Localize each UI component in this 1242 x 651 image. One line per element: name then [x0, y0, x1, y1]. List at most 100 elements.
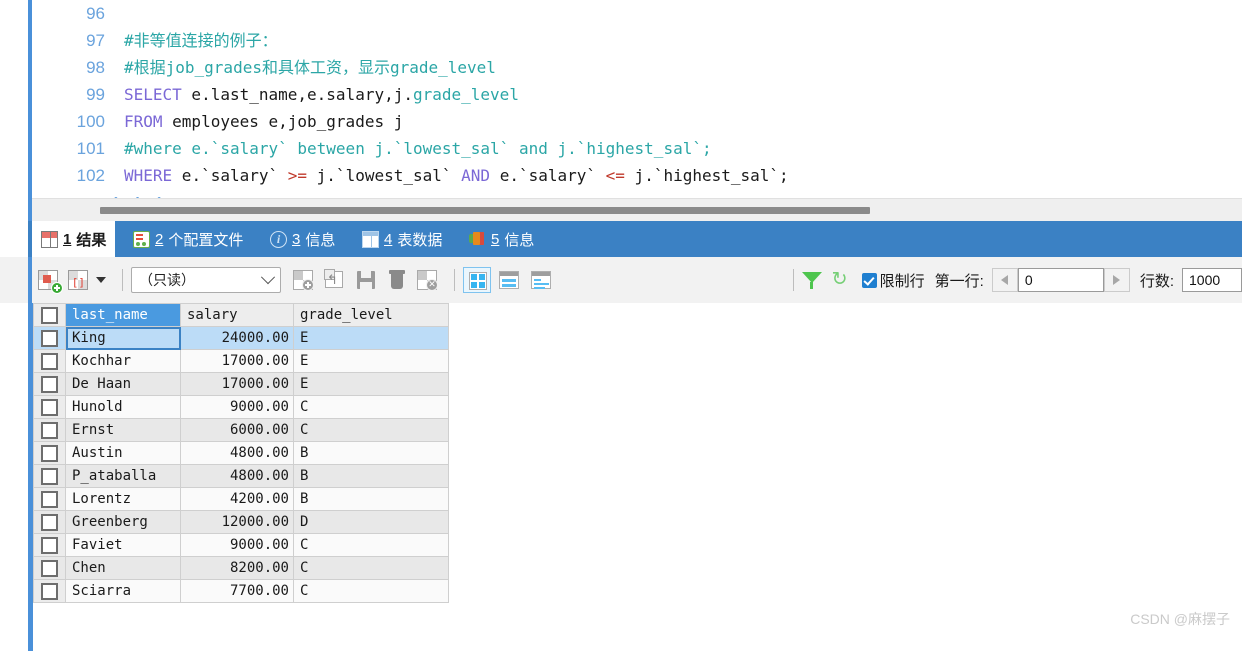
tab-2[interactable]: 2 个配置文件 — [124, 221, 252, 257]
tab-5[interactable]: 5 信息 — [460, 221, 543, 257]
chevron-down-icon[interactable] — [96, 277, 106, 283]
first-row-input[interactable]: 0 — [1017, 268, 1104, 292]
table-row[interactable]: Faviet 9000.00 C — [33, 533, 449, 557]
cell-grade-level[interactable]: C — [293, 395, 449, 419]
row-checkbox-cell[interactable] — [33, 556, 66, 580]
code-line[interactable]: 102 WHERE e.`salary` >= j.`lowest_sal` AN… — [0, 162, 1242, 189]
cell-grade-level[interactable]: C — [293, 579, 449, 603]
cell-last-name[interactable]: Chen — [65, 556, 181, 580]
cell-salary[interactable]: 9000.00 — [180, 533, 294, 557]
editor-horizontal-scrollbar[interactable] — [32, 198, 1242, 222]
cell-grade-level[interactable]: E — [293, 349, 449, 373]
cell-grade-level[interactable]: C — [293, 418, 449, 442]
row-count-input[interactable]: 1000 — [1182, 268, 1242, 292]
cell-salary[interactable]: 4800.00 — [180, 441, 294, 465]
arrow-left-icon[interactable] — [991, 268, 1018, 292]
sql-code-area[interactable]: 96 97 #非等值连接的例子： 98 #根据job_grades和具体工资，显示gra… — [0, 0, 1242, 200]
cell-last-name[interactable]: P_ataballa — [65, 464, 181, 488]
row-checkbox-cell[interactable] — [33, 533, 66, 557]
cell-grade-level[interactable]: B — [293, 441, 449, 465]
cell-last-name[interactable]: Kochhar — [65, 349, 181, 373]
add-record-icon[interactable] — [36, 267, 63, 294]
cell-grade-level[interactable]: B — [293, 487, 449, 511]
row-checkbox-cell[interactable] — [33, 510, 66, 534]
checkbox-icon[interactable] — [41, 513, 58, 531]
checkbox-icon[interactable] — [41, 352, 58, 370]
checkbox-icon[interactable] — [41, 421, 58, 439]
cell-salary[interactable]: 9000.00 — [180, 395, 294, 419]
cell-last-name[interactable]: Sciarra — [65, 579, 181, 603]
row-checkbox-cell[interactable] — [33, 418, 66, 442]
code-line[interactable]: 98 #根据job_grades和具体工资，显示grade_level — [0, 54, 1242, 81]
cell-last-name[interactable]: De Haan — [65, 372, 181, 396]
filter-funnel-icon[interactable] — [801, 270, 822, 290]
table-row[interactable]: Austin 4800.00 B — [33, 441, 449, 465]
row-checkbox-cell[interactable] — [33, 326, 66, 350]
row-checkbox-cell[interactable] — [33, 349, 66, 373]
column-header-last-name[interactable]: last_name — [65, 303, 181, 327]
table-row[interactable]: Chen 8200.00 C — [33, 556, 449, 580]
table-row[interactable]: P_ataballa 4800.00 B — [33, 464, 449, 488]
cell-grade-level[interactable]: C — [293, 556, 449, 580]
checkbox-icon[interactable] — [41, 398, 58, 416]
column-header-salary[interactable]: salary — [180, 303, 294, 327]
table-row[interactable]: Greenberg 12000.00 D — [33, 510, 449, 534]
save-icon[interactable] — [353, 267, 379, 293]
checkbox-icon[interactable] — [41, 559, 58, 577]
cell-last-name[interactable]: Austin — [65, 441, 181, 465]
cell-grade-level[interactable]: C — [293, 533, 449, 557]
table-row[interactable]: Lorentz 4200.00 B — [33, 487, 449, 511]
row-checkbox-cell[interactable] — [33, 372, 66, 396]
checkbox-icon[interactable] — [41, 536, 58, 554]
code-line[interactable]: 96 — [0, 0, 1242, 27]
tab-4[interactable]: 4 表数据 — [353, 221, 451, 257]
code-line[interactable]: 101 #where e.`salary` between j.`lowest_s… — [0, 135, 1242, 162]
results-toolbar[interactable]: [] （只读） ↰ ✕ ↻ 限制行 第一行: 0 行数: 1000 — [0, 257, 1242, 304]
form-view-icon[interactable] — [495, 267, 523, 293]
sql-editor[interactable]: 96 97 #非等值连接的例子： 98 #根据job_grades和具体工资，显示gra… — [0, 0, 1242, 210]
cell-salary[interactable]: 17000.00 — [180, 372, 294, 396]
table-row[interactable]: De Haan 17000.00 E — [33, 372, 449, 396]
table-row[interactable]: King 24000.00 E — [33, 326, 449, 350]
cell-grade-level[interactable]: D — [293, 510, 449, 534]
cell-salary[interactable]: 8200.00 — [180, 556, 294, 580]
record-template-icon[interactable]: [] — [66, 267, 92, 293]
discard-record-icon[interactable]: ✕ — [415, 267, 441, 293]
cell-last-name[interactable]: Greenberg — [65, 510, 181, 534]
table-row[interactable]: Ernst 6000.00 C — [33, 418, 449, 442]
checkbox-icon[interactable] — [41, 329, 58, 347]
row-checkbox-cell[interactable] — [33, 395, 66, 419]
cell-salary[interactable]: 7700.00 — [180, 579, 294, 603]
tab-1[interactable]: 1 结果 — [32, 221, 116, 257]
table-row[interactable]: Kochhar 17000.00 E — [33, 349, 449, 373]
cell-salary[interactable]: 4200.00 — [180, 487, 294, 511]
row-checkbox-cell[interactable] — [33, 487, 66, 511]
limit-rows-checkbox[interactable] — [861, 272, 877, 288]
cell-salary[interactable]: 12000.00 — [180, 510, 294, 534]
row-checkbox-cell[interactable] — [33, 464, 66, 488]
arrow-right-icon[interactable] — [1103, 268, 1130, 292]
table-row[interactable]: Sciarra 7700.00 C — [33, 579, 449, 603]
cell-last-name[interactable]: Hunold — [65, 395, 181, 419]
cell-grade-level[interactable]: E — [293, 372, 449, 396]
table-row[interactable]: Hunold 9000.00 C — [33, 395, 449, 419]
checkbox-icon[interactable] — [41, 490, 58, 508]
scrollbar-thumb[interactable] — [100, 207, 870, 214]
cell-salary[interactable]: 24000.00 — [180, 326, 294, 350]
row-checkbox-cell[interactable] — [33, 579, 66, 603]
cell-last-name[interactable]: Ernst — [65, 418, 181, 442]
results-tab-bar[interactable]: 1 结果 2 个配置文件 i 3 信息 4 表数据 5 信息 — [0, 221, 1242, 257]
checkbox-icon[interactable] — [41, 375, 58, 393]
grid-view-icon[interactable] — [463, 267, 491, 293]
edit-mode-select[interactable]: （只读） — [131, 267, 281, 293]
text-view-icon[interactable] — [527, 267, 555, 293]
code-line[interactable]: 100 FROM employees e,job_grades j — [0, 108, 1242, 135]
cell-salary[interactable]: 6000.00 — [180, 418, 294, 442]
checkbox-icon[interactable] — [41, 444, 58, 462]
column-header-grade-level[interactable]: grade_level — [293, 303, 449, 327]
cell-grade-level[interactable]: B — [293, 464, 449, 488]
cell-last-name[interactable]: King — [65, 326, 181, 350]
cell-last-name[interactable]: Faviet — [65, 533, 181, 557]
tab-3[interactable]: i 3 信息 — [261, 221, 344, 257]
results-grid-zone[interactable]: last_name salary grade_level King 24000.0… — [0, 303, 1242, 651]
